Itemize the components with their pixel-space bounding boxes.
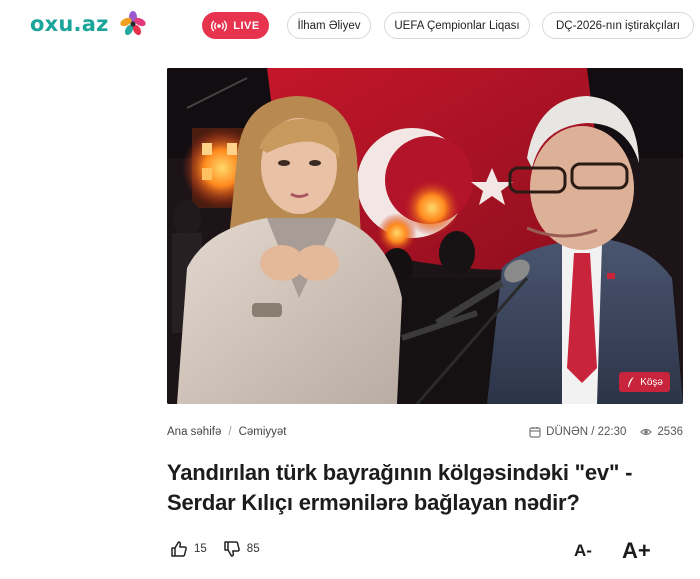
topic-chip-wc-2026[interactable]: DÇ-2026-nın iştirakçıları bbox=[542, 12, 694, 39]
article-hero-image: Köşə bbox=[167, 68, 683, 404]
site-header: oxu.az LIVE İlham Əliyev UEFA Çempionlar… bbox=[0, 0, 700, 52]
breadcrumb-category[interactable]: Cəmiyyət bbox=[239, 426, 287, 438]
like-button[interactable]: 15 bbox=[170, 540, 207, 558]
article-title: Yandırılan türk bayrağının kölgəsindəki … bbox=[167, 460, 633, 515]
category-badge-label: Köşə bbox=[640, 376, 663, 388]
calendar-icon bbox=[529, 427, 541, 438]
eye-icon bbox=[640, 428, 653, 436]
logo-text: oxu.az bbox=[30, 12, 109, 36]
breadcrumb-home[interactable]: Ana səhifə bbox=[167, 426, 221, 438]
font-decrease-button[interactable]: A- bbox=[574, 541, 592, 561]
breadcrumb: Ana səhifə / Cəmiyyət bbox=[167, 426, 287, 438]
logo-flower-icon bbox=[119, 11, 146, 36]
reactions-bar: 15 85 bbox=[170, 540, 260, 558]
font-increase-button[interactable]: A+ bbox=[622, 538, 651, 564]
category-badge[interactable]: Köşə bbox=[619, 372, 670, 392]
article-stats: DÜNƏN / 22:30 2536 bbox=[529, 426, 683, 438]
topic-chip-uefa[interactable]: UEFA Çempionlar Liqası bbox=[384, 12, 530, 39]
article-meta: Ana səhifə / Cəmiyyət DÜNƏN / 22:30 2536 bbox=[167, 424, 683, 442]
like-count: 15 bbox=[194, 543, 207, 555]
breadcrumb-separator: / bbox=[228, 426, 232, 438]
thumbs-up-icon bbox=[171, 541, 187, 557]
dislike-button[interactable]: 85 bbox=[223, 540, 260, 558]
dislike-count: 85 bbox=[246, 543, 260, 555]
thumbs-down-icon bbox=[224, 541, 240, 557]
live-button[interactable]: LIVE bbox=[202, 12, 269, 39]
hero-illustration bbox=[167, 68, 683, 404]
topic-chip-ilham-aliyev[interactable]: İlham Əliyev bbox=[287, 12, 371, 39]
view-count: 2536 bbox=[657, 426, 683, 438]
live-label: LIVE bbox=[233, 19, 260, 32]
site-logo[interactable]: oxu.az bbox=[30, 10, 147, 38]
quill-icon bbox=[628, 377, 635, 387]
publish-date: DÜNƏN / 22:30 bbox=[546, 426, 627, 438]
live-broadcast-icon bbox=[211, 20, 228, 31]
